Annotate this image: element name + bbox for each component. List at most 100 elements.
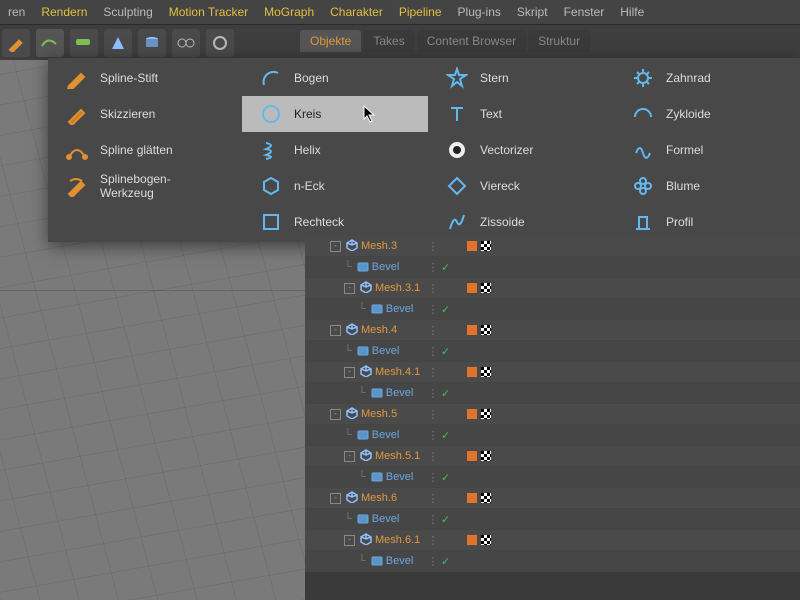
vis-toggle[interactable]: ⋮	[425, 240, 441, 253]
tree-row[interactable]: -Mesh.4.1⋮	[305, 362, 800, 383]
tag-c[interactable]	[481, 367, 491, 377]
vis-toggle[interactable]: ⋮	[425, 282, 441, 295]
tool-spline[interactable]	[36, 29, 64, 57]
spline-stern[interactable]: Stern	[428, 60, 614, 96]
spline-zissoide[interactable]: Zissoide	[428, 204, 614, 240]
tab-content-browser[interactable]: Content Browser	[417, 30, 526, 52]
menu-pipeline[interactable]: Pipeline	[399, 5, 442, 19]
tag-c[interactable]	[481, 451, 491, 461]
check-icon[interactable]: ✓	[441, 387, 453, 400]
expand-toggle[interactable]: -	[330, 409, 341, 420]
menu-plug-ins[interactable]: Plug-ins	[458, 5, 501, 19]
tag-c[interactable]	[481, 535, 491, 545]
tag-c[interactable]	[481, 493, 491, 503]
expand-toggle[interactable]: -	[344, 451, 355, 462]
tag-o[interactable]	[467, 409, 477, 419]
tree-row[interactable]: -Mesh.6.1⋮	[305, 530, 800, 551]
menu-skript[interactable]: Skript	[517, 5, 548, 19]
menu-hilfe[interactable]: Hilfe	[620, 5, 644, 19]
spline-helix[interactable]: Helix	[242, 132, 428, 168]
spline-rechteck[interactable]: Rechteck	[242, 204, 428, 240]
menu-ren[interactable]: ren	[8, 5, 25, 19]
tree-row[interactable]: └Bevel⋮✓	[305, 299, 800, 320]
tree-row[interactable]: └Bevel⋮✓	[305, 383, 800, 404]
vis-toggle[interactable]: ⋮	[425, 324, 441, 337]
tag-o[interactable]	[467, 367, 477, 377]
menu-charakter[interactable]: Charakter	[330, 5, 383, 19]
check-icon[interactable]: ✓	[441, 261, 453, 274]
tree-row[interactable]: -Mesh.6⋮	[305, 488, 800, 509]
vis-toggle[interactable]: ⋮	[425, 450, 441, 463]
menu-mograph[interactable]: MoGraph	[264, 5, 314, 19]
check-icon[interactable]: ✓	[441, 345, 453, 358]
tag-o[interactable]	[467, 241, 477, 251]
vis-toggle[interactable]: ⋮	[425, 387, 441, 400]
check-icon[interactable]: ✓	[441, 429, 453, 442]
tree-row[interactable]: -Mesh.5.1⋮	[305, 446, 800, 467]
spline-formel[interactable]: Formel	[614, 132, 800, 168]
tag-c[interactable]	[481, 283, 491, 293]
tag-o[interactable]	[467, 535, 477, 545]
tool-eyes[interactable]	[172, 29, 200, 57]
vis-toggle[interactable]: ⋮	[425, 345, 441, 358]
tag-c[interactable]	[481, 325, 491, 335]
menu-sculpting[interactable]: Sculpting	[103, 5, 152, 19]
vis-toggle[interactable]: ⋮	[425, 366, 441, 379]
tree-row[interactable]: └Bevel⋮✓	[305, 425, 800, 446]
tree-row[interactable]: -Mesh.5⋮	[305, 404, 800, 425]
vis-toggle[interactable]: ⋮	[425, 261, 441, 274]
tool-cone[interactable]	[104, 29, 132, 57]
spline-kreis[interactable]: Kreis	[242, 96, 428, 132]
tree-row[interactable]: -Mesh.4⋮	[305, 320, 800, 341]
vis-toggle[interactable]: ⋮	[425, 534, 441, 547]
spline-text[interactable]: Text	[428, 96, 614, 132]
vis-toggle[interactable]: ⋮	[425, 513, 441, 526]
tag-o[interactable]	[467, 493, 477, 503]
tag-o[interactable]	[467, 451, 477, 461]
spline-spline-gl-tten[interactable]: Spline glätten	[48, 132, 242, 168]
tab-takes[interactable]: Takes	[363, 30, 414, 52]
tab-struktur[interactable]: Struktur	[528, 30, 590, 52]
tag-o[interactable]	[467, 283, 477, 293]
menu-rendern[interactable]: Rendern	[41, 5, 87, 19]
menu-fenster[interactable]: Fenster	[564, 5, 605, 19]
tool-car[interactable]	[70, 29, 98, 57]
spline-profil[interactable]: Profil	[614, 204, 800, 240]
tag-c[interactable]	[481, 409, 491, 419]
tab-objekte[interactable]: Objekte	[300, 30, 361, 52]
tree-row[interactable]: └Bevel⋮✓	[305, 467, 800, 488]
spline-splinebogen-werkzeug[interactable]: Splinebogen-Werkzeug	[48, 168, 242, 204]
check-icon[interactable]: ✓	[441, 303, 453, 316]
vis-toggle[interactable]: ⋮	[425, 429, 441, 442]
tool-pen[interactable]	[2, 29, 30, 57]
spline-vectorizer[interactable]: Vectorizer	[428, 132, 614, 168]
tag-c[interactable]	[481, 241, 491, 251]
tree-row[interactable]: └Bevel⋮✓	[305, 257, 800, 278]
check-icon[interactable]: ✓	[441, 471, 453, 484]
vis-toggle[interactable]: ⋮	[425, 471, 441, 484]
vis-toggle[interactable]: ⋮	[425, 492, 441, 505]
expand-toggle[interactable]: -	[330, 325, 341, 336]
tree-row[interactable]: └Bevel⋮✓	[305, 341, 800, 362]
tool-ring[interactable]	[206, 29, 234, 57]
vis-toggle[interactable]: ⋮	[425, 303, 441, 316]
tree-row[interactable]: -Mesh.3⋮	[305, 236, 800, 257]
vis-toggle[interactable]: ⋮	[425, 408, 441, 421]
expand-toggle[interactable]: -	[344, 367, 355, 378]
expand-toggle[interactable]: -	[344, 535, 355, 546]
spline-spline-stift[interactable]: Spline-Stift	[48, 60, 242, 96]
expand-toggle[interactable]: -	[330, 493, 341, 504]
check-icon[interactable]: ✓	[441, 513, 453, 526]
vis-toggle[interactable]: ⋮	[425, 555, 441, 568]
tree-row[interactable]: └Bevel⋮✓	[305, 551, 800, 572]
spline-zykloide[interactable]: Zykloide	[614, 96, 800, 132]
spline-n-eck[interactable]: n-Eck	[242, 168, 428, 204]
spline-blume[interactable]: Blume	[614, 168, 800, 204]
spline-skizzieren[interactable]: Skizzieren	[48, 96, 242, 132]
tree-row[interactable]: └Bevel⋮✓	[305, 509, 800, 530]
expand-toggle[interactable]: -	[330, 241, 341, 252]
check-icon[interactable]: ✓	[441, 555, 453, 568]
tool-cyl[interactable]	[138, 29, 166, 57]
spline-zahnrad[interactable]: Zahnrad	[614, 60, 800, 96]
tag-o[interactable]	[467, 325, 477, 335]
